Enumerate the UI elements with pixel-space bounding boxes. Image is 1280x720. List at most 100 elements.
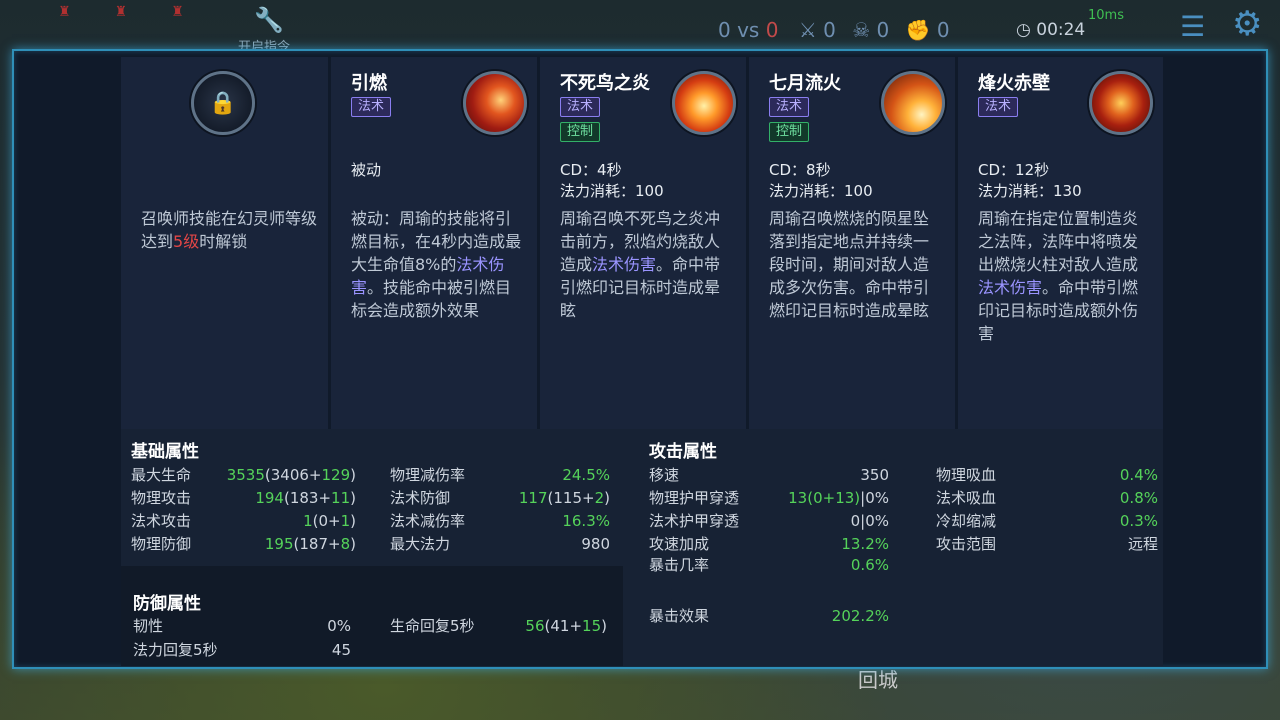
stat-base: 183 (289, 489, 319, 507)
stat-label: 生命回复5秒 (390, 617, 475, 635)
stat-bonus: 2 (594, 489, 605, 507)
skill-cd: CD：8秒 (769, 161, 831, 179)
desc-text: 周瑜在指定位置制造炎之法阵，法阵中将喷发出燃烧火柱对敌人造成 (978, 209, 1139, 274)
skill-name: 不死鸟之炎 (560, 73, 650, 94)
defense-attributes-title: 防御属性 (133, 594, 201, 614)
skull-icon: ☠ (852, 18, 871, 42)
attack-attributes: 攻击属性 移速 350 物理护甲穿透 13(0+13)|0% 法术护甲穿透 0|… (623, 429, 1163, 666)
stat-value: 195(187+8) (264, 535, 356, 553)
stat-label: 移速 (649, 466, 680, 484)
skill-mana-cost: 法力消耗：130 (978, 182, 1082, 200)
stat-label: 法术攻击 (131, 512, 192, 530)
stat-value: 0% (327, 617, 351, 635)
stat-bonus: 129 (321, 466, 351, 484)
phoenix-icon (672, 71, 736, 135)
skill-meta: 被动 (351, 160, 381, 181)
stat-base: 0 (318, 512, 329, 530)
skill-name: 引燃 (351, 73, 387, 94)
stat-label: 最大法力 (390, 535, 451, 553)
sword-icon: ⚔ (798, 18, 817, 42)
tag-magic: 法术 (769, 97, 810, 117)
desc-highlight: 法术伤害 (592, 255, 657, 274)
unlock-level: 5级 (173, 232, 200, 251)
summoner-skill-card[interactable]: 🔒 召唤师技能在幻灵师等级达到5级时解锁 (121, 57, 328, 429)
red-score: 0 (765, 18, 779, 42)
stat-label: 攻速加成 (649, 535, 710, 553)
timer-text: 00:24 (1036, 20, 1086, 40)
stat-label: 法术护甲穿透 (649, 512, 740, 530)
kills-count: 0 (823, 18, 836, 42)
stat-value: 13(0+13)|0% (788, 487, 889, 509)
stat-value: 24.5% (562, 466, 610, 484)
stat-label: 攻击范围 (936, 535, 997, 553)
stat-bonus: 15 (582, 617, 602, 635)
stat-value: 远程 (1127, 535, 1158, 553)
wrench-icon[interactable]: 🔧 (254, 6, 284, 34)
ping-indicator: 10ms (1088, 8, 1124, 23)
stat-value: 45 (331, 641, 351, 659)
tag-control: 控制 (560, 122, 601, 142)
stat-label: 物理吸血 (936, 466, 997, 484)
stat-label: 最大生命 (131, 466, 192, 484)
basic-attributes: 基础属性 最大生命 3535(3406+129) 物理攻击 194(183+11… (121, 429, 624, 566)
stat-base: 3406 (270, 466, 309, 484)
skill-card-2[interactable]: 七月流火 法术 控制 CD：8秒 法力消耗：100 周瑜召唤燃烧的陨星坠落到指定地… (749, 57, 955, 429)
stat-value: 0|0% (850, 512, 889, 530)
stat-total: 56 (525, 617, 545, 635)
stat-label: 物理攻击 (131, 489, 192, 507)
minion-markers: ♜♜♜ (58, 4, 228, 20)
stat-label: 法术减伤率 (390, 512, 466, 530)
skill-name: 七月流火 (769, 73, 841, 94)
basic-attributes-title: 基础属性 (131, 442, 199, 462)
unlock-text-after: 时解锁 (199, 232, 248, 251)
desc-highlight: 法术伤害 (978, 278, 1043, 297)
desc-text: 周瑜召唤燃烧的陨星坠落到指定地点并持续一段时间，期间对敌人造成多次伤害。命中带引… (769, 209, 930, 320)
skill-meta-line: 被动 (351, 161, 382, 179)
skill-card-ultimate[interactable]: 烽火赤壁 法术 CD：12秒法力消耗：130 周瑜在指定位置制造炎之法阵，法阵中… (958, 57, 1163, 429)
stat-total: 194 (255, 489, 284, 507)
skill-name: 烽火赤壁 (978, 73, 1050, 94)
stat-value: 16.3% (562, 512, 610, 530)
stat-label: 物理防御 (131, 535, 192, 553)
tag-control: 控制 (769, 122, 810, 142)
stat-base: 187 (299, 535, 329, 553)
skill-description: 周瑜在指定位置制造炎之法阵，法阵中将喷发出燃烧火柱对敌人造成法术伤害。命中带引燃… (978, 207, 1153, 345)
stat-bonus: 8 (340, 535, 351, 553)
stat-bonus: 1 (340, 512, 351, 530)
skill-meta: CD：4秒 法力消耗：100 (560, 160, 664, 202)
stat-value: 117(115+2) (518, 489, 610, 507)
match-timer: ◷ 00:24 (1016, 20, 1085, 40)
stat-value: 1(0+1) (303, 512, 356, 530)
lock-icon: 🔒 (191, 71, 255, 135)
skill-card-passive[interactable]: 引燃 法术 被动 被动：周瑜的技能将引燃目标，在4秒内造成最大生命值8%的法术伤… (331, 57, 537, 429)
stat-label: 韧性 (133, 617, 164, 635)
stat-label: 法术吸血 (936, 489, 997, 507)
desc-text-after: 。技能命中被引燃目标会造成额外效果 (351, 278, 512, 320)
hero-info-panel: 🔒 召唤师技能在幻灵师等级达到5级时解锁 引燃 法术 被动 被动：周瑜的技能将引… (12, 49, 1268, 669)
tag-magic: 法术 (560, 97, 601, 117)
skill-cd: CD：4秒 (560, 161, 622, 179)
gear-icon[interactable]: ⚙ (1232, 4, 1262, 44)
team-score: 0 vs 0 ⚔ 0 ☠ 0 ✊ 0 (718, 18, 950, 42)
stat-bonus: 11 (331, 489, 351, 507)
skill-meta: CD：8秒 法力消耗：100 (769, 160, 873, 202)
stat-value: 56(41+15) (525, 617, 607, 635)
clock-icon: ◷ (1016, 20, 1031, 40)
meteor-icon (881, 71, 945, 135)
menu-icon[interactable]: ☰ (1180, 10, 1205, 43)
skill-cd: CD：12秒 (978, 161, 1050, 179)
stat-value: 13.2% (841, 535, 889, 553)
skill-meta: CD：12秒法力消耗：130 (978, 160, 1082, 202)
fire-wall-icon (1089, 71, 1153, 135)
tag-magic: 法术 (978, 97, 1019, 117)
stat-total: 3535 (226, 466, 265, 484)
vs-label: vs (737, 18, 760, 42)
top-hud: ♜♜♜ 🔧 开启指令 0 vs 0 ⚔ 0 ☠ 0 ✊ 0 ◷ 00:24 10… (0, 0, 1280, 55)
skill-description: 被动：周瑜的技能将引燃目标，在4秒内造成最大生命值8%的法术伤害。技能命中被引燃… (351, 207, 526, 322)
stat-label: 物理护甲穿透 (649, 489, 740, 507)
stat-label: 法术防御 (390, 489, 451, 507)
skills-section: 🔒 召唤师技能在幻灵师等级达到5级时解锁 引燃 法术 被动 被动：周瑜的技能将引… (121, 57, 1163, 429)
skill-card-1[interactable]: 不死鸟之炎 法术 控制 CD：4秒 法力消耗：100 周瑜召唤不死鸟之炎冲击前方，… (540, 57, 746, 429)
stat-label: 冷却缩减 (936, 512, 997, 530)
stat-total: 1 (303, 512, 313, 530)
